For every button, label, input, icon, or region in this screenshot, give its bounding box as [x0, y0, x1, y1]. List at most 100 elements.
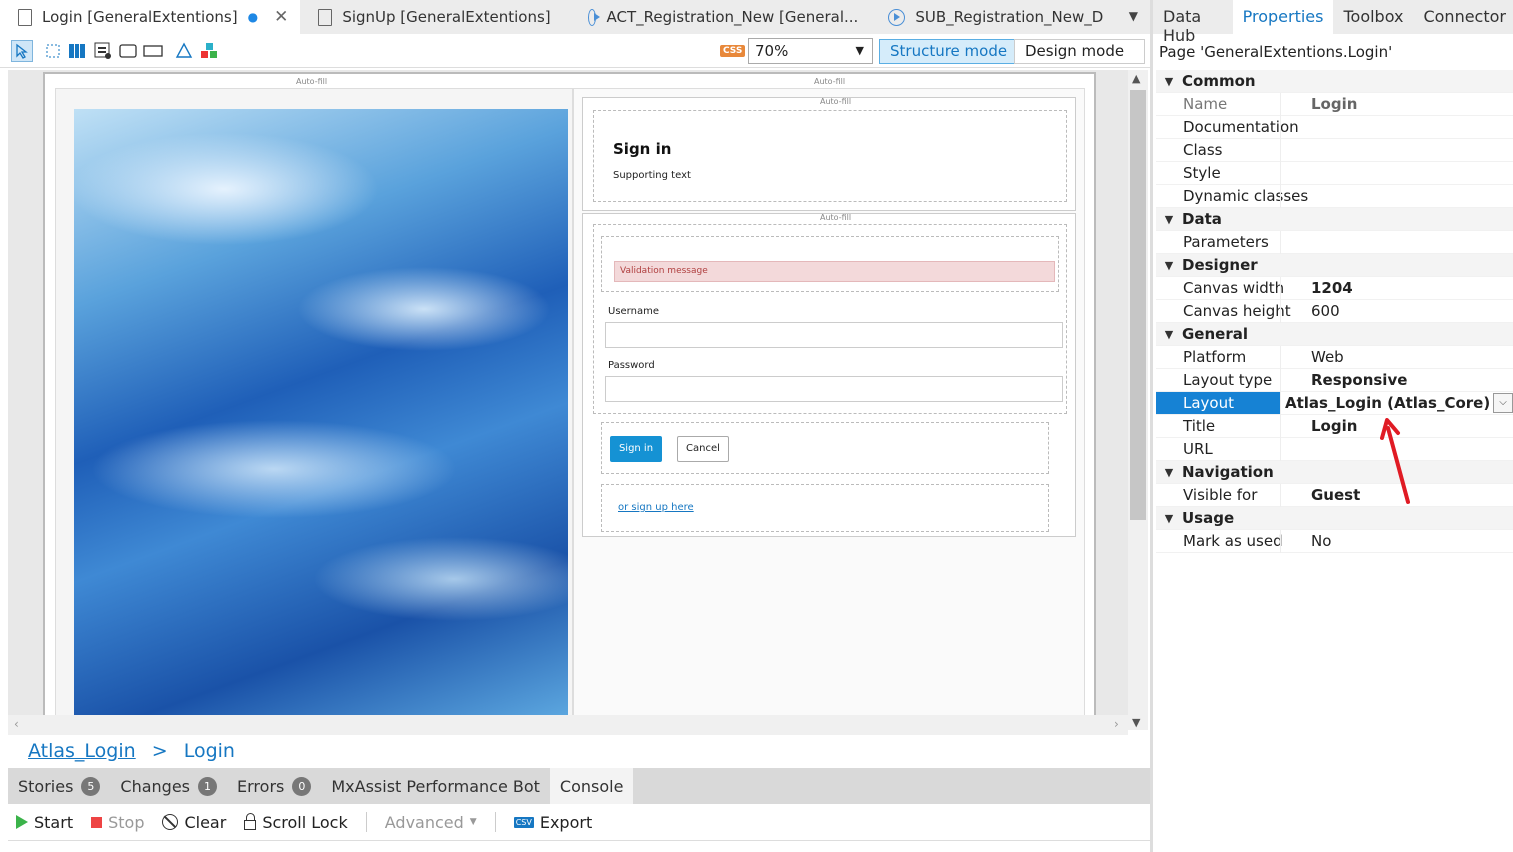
tab-properties[interactable]: Properties: [1232, 0, 1334, 34]
breadcrumb-page[interactable]: Login: [184, 740, 235, 762]
chevron-right-icon[interactable]: ›: [1114, 717, 1119, 731]
signup-link[interactable]: or sign up here: [618, 502, 694, 513]
property-class[interactable]: Class: [1156, 138, 1513, 162]
property-visible-for[interactable]: Visible for Guest: [1156, 483, 1513, 507]
property-label: Documentation: [1183, 118, 1299, 136]
property-mark-as-used[interactable]: Mark as used No: [1156, 529, 1513, 553]
text-box-icon[interactable]: [142, 40, 164, 62]
property-dynamic-classes[interactable]: Dynamic classes: [1156, 184, 1513, 208]
horizontal-scrollbar[interactable]: ‹ ›: [8, 715, 1128, 735]
header-container[interactable]: Auto-fill Sign in Supporting text: [582, 97, 1076, 211]
page-canvas[interactable]: Auto-fill Auto-fill Auto-fill Sign in Su…: [8, 70, 1128, 715]
marquee-tool-icon[interactable]: [42, 40, 64, 62]
css-icon[interactable]: CSS: [720, 45, 746, 57]
property-layout[interactable]: Layout Atlas_Login (Atlas_Core): [1156, 391, 1513, 415]
layout-column-left[interactable]: Auto-fill: [55, 77, 573, 715]
chevron-up-icon[interactable]: ▲: [1132, 72, 1140, 85]
tab-changes[interactable]: Changes 1: [110, 768, 227, 804]
tab-errors[interactable]: Errors 0: [227, 768, 321, 804]
property-label: Layout: [1156, 392, 1280, 414]
tab-label: SignUp [GeneralExtentions]: [342, 8, 551, 26]
vertical-scrollbar[interactable]: ▲ ▼: [1128, 70, 1148, 730]
property-value[interactable]: No: [1280, 529, 1513, 553]
category-navigation[interactable]: ▼ Navigation: [1156, 461, 1513, 484]
chevron-down-icon[interactable]: ▼: [1132, 716, 1140, 729]
tab-connector[interactable]: Connector: [1413, 0, 1513, 34]
property-canvas-width[interactable]: Canvas width 1204: [1156, 276, 1513, 300]
select-tool-icon[interactable]: [11, 40, 33, 62]
start-button[interactable]: Start: [16, 813, 73, 832]
zoom-select[interactable]: 70% ▼: [748, 38, 873, 64]
category-data[interactable]: ▼ Data: [1156, 208, 1513, 231]
property-label: Canvas height: [1183, 302, 1291, 320]
close-icon[interactable]: ✕: [274, 7, 288, 27]
property-documentation[interactable]: Documentation: [1156, 115, 1513, 139]
tab-mxassist[interactable]: MxAssist Performance Bot: [321, 768, 550, 804]
tab-toolbox[interactable]: Toolbox: [1333, 0, 1413, 34]
cancel-button[interactable]: Cancel: [677, 436, 729, 462]
document-tab-bar: Login [GeneralExtentions] ● ✕ SignUp [Ge…: [0, 0, 1150, 34]
stop-button[interactable]: Stop: [91, 813, 144, 832]
property-url[interactable]: URL: [1156, 437, 1513, 461]
property-parameters[interactable]: Parameters: [1156, 230, 1513, 254]
property-value[interactable]: Atlas_Login (Atlas_Core): [1280, 391, 1513, 415]
property-value[interactable]: [1280, 230, 1513, 254]
building-block-icon[interactable]: [173, 40, 195, 62]
design-mode-button[interactable]: Design mode: [1014, 39, 1145, 64]
property-style[interactable]: Style: [1156, 161, 1513, 185]
layout-grid-icon[interactable]: [66, 40, 88, 62]
category-designer[interactable]: ▼ Designer: [1156, 254, 1513, 277]
tab-act-registration[interactable]: ACT_Registration_New [General...: [570, 0, 870, 34]
property-value[interactable]: [1280, 161, 1513, 185]
category-common[interactable]: ▼ Common: [1156, 70, 1513, 93]
form-container[interactable]: Auto-fill Validation message Username Pa…: [582, 213, 1076, 537]
layout-dropdown-button[interactable]: ⌵: [1493, 393, 1513, 413]
signin-button[interactable]: Sign in: [610, 436, 662, 462]
chevron-down-icon: ▼: [1164, 465, 1174, 479]
clear-button[interactable]: Clear: [162, 813, 226, 832]
scroll-lock-button[interactable]: Scroll Lock: [244, 813, 348, 832]
console-log-table[interactable]: [8, 840, 1150, 852]
tab-overflow-icon[interactable]: ▼: [1129, 9, 1138, 23]
advanced-dropdown[interactable]: Advanced ▼: [385, 813, 477, 832]
tab-login[interactable]: Login [GeneralExtentions] ● ✕: [0, 0, 301, 34]
scrollbar-thumb[interactable]: [1130, 90, 1146, 520]
property-value[interactable]: 600: [1280, 299, 1513, 323]
property-label: Title: [1183, 417, 1216, 435]
widgets-icon[interactable]: [198, 40, 220, 62]
container-icon[interactable]: [117, 40, 139, 62]
username-input[interactable]: [605, 322, 1063, 348]
property-value: Login: [1280, 92, 1513, 116]
tab-sub-registration[interactable]: SUB_Registration_New_D: [870, 0, 1115, 34]
category-label: Common: [1182, 72, 1256, 90]
property-platform[interactable]: Platform Web: [1156, 345, 1513, 369]
tab-stories[interactable]: Stories 5: [8, 768, 110, 804]
property-value[interactable]: Web: [1280, 345, 1513, 369]
property-title[interactable]: Title Login: [1156, 414, 1513, 438]
breadcrumb-layout-link[interactable]: Atlas_Login: [28, 740, 136, 762]
background-image[interactable]: [74, 109, 568, 715]
structure-mode-button[interactable]: Structure mode: [879, 39, 1019, 64]
property-name[interactable]: Name Login: [1156, 92, 1513, 116]
export-button[interactable]: CSV Export: [513, 813, 592, 832]
data-view-icon[interactable]: [92, 40, 114, 62]
property-value[interactable]: Responsive: [1280, 368, 1513, 392]
tab-data-hub[interactable]: Data Hub: [1153, 0, 1233, 45]
page-icon: [18, 8, 32, 26]
property-canvas-height[interactable]: Canvas height 600: [1156, 299, 1513, 323]
chevron-left-icon[interactable]: ‹: [14, 717, 19, 731]
tab-signup[interactable]: SignUp [GeneralExtentions]: [300, 0, 570, 34]
editor-area: Login [GeneralExtentions] ● ✕ SignUp [Ge…: [0, 0, 1150, 852]
property-value[interactable]: 1204: [1280, 276, 1513, 300]
category-usage[interactable]: ▼ Usage: [1156, 507, 1513, 530]
button-dropzone: [601, 422, 1049, 474]
property-value[interactable]: [1280, 138, 1513, 162]
tab-console[interactable]: Console: [549, 768, 634, 804]
property-value[interactable]: [1280, 184, 1513, 208]
layout-column-right[interactable]: Auto-fill Auto-fill Sign in Supporting t…: [573, 77, 1085, 715]
property-label: Class: [1183, 141, 1223, 159]
property-value[interactable]: [1280, 115, 1513, 139]
category-general[interactable]: ▼ General: [1156, 323, 1513, 346]
password-input[interactable]: [605, 376, 1063, 402]
property-layout-type[interactable]: Layout type Responsive: [1156, 368, 1513, 392]
